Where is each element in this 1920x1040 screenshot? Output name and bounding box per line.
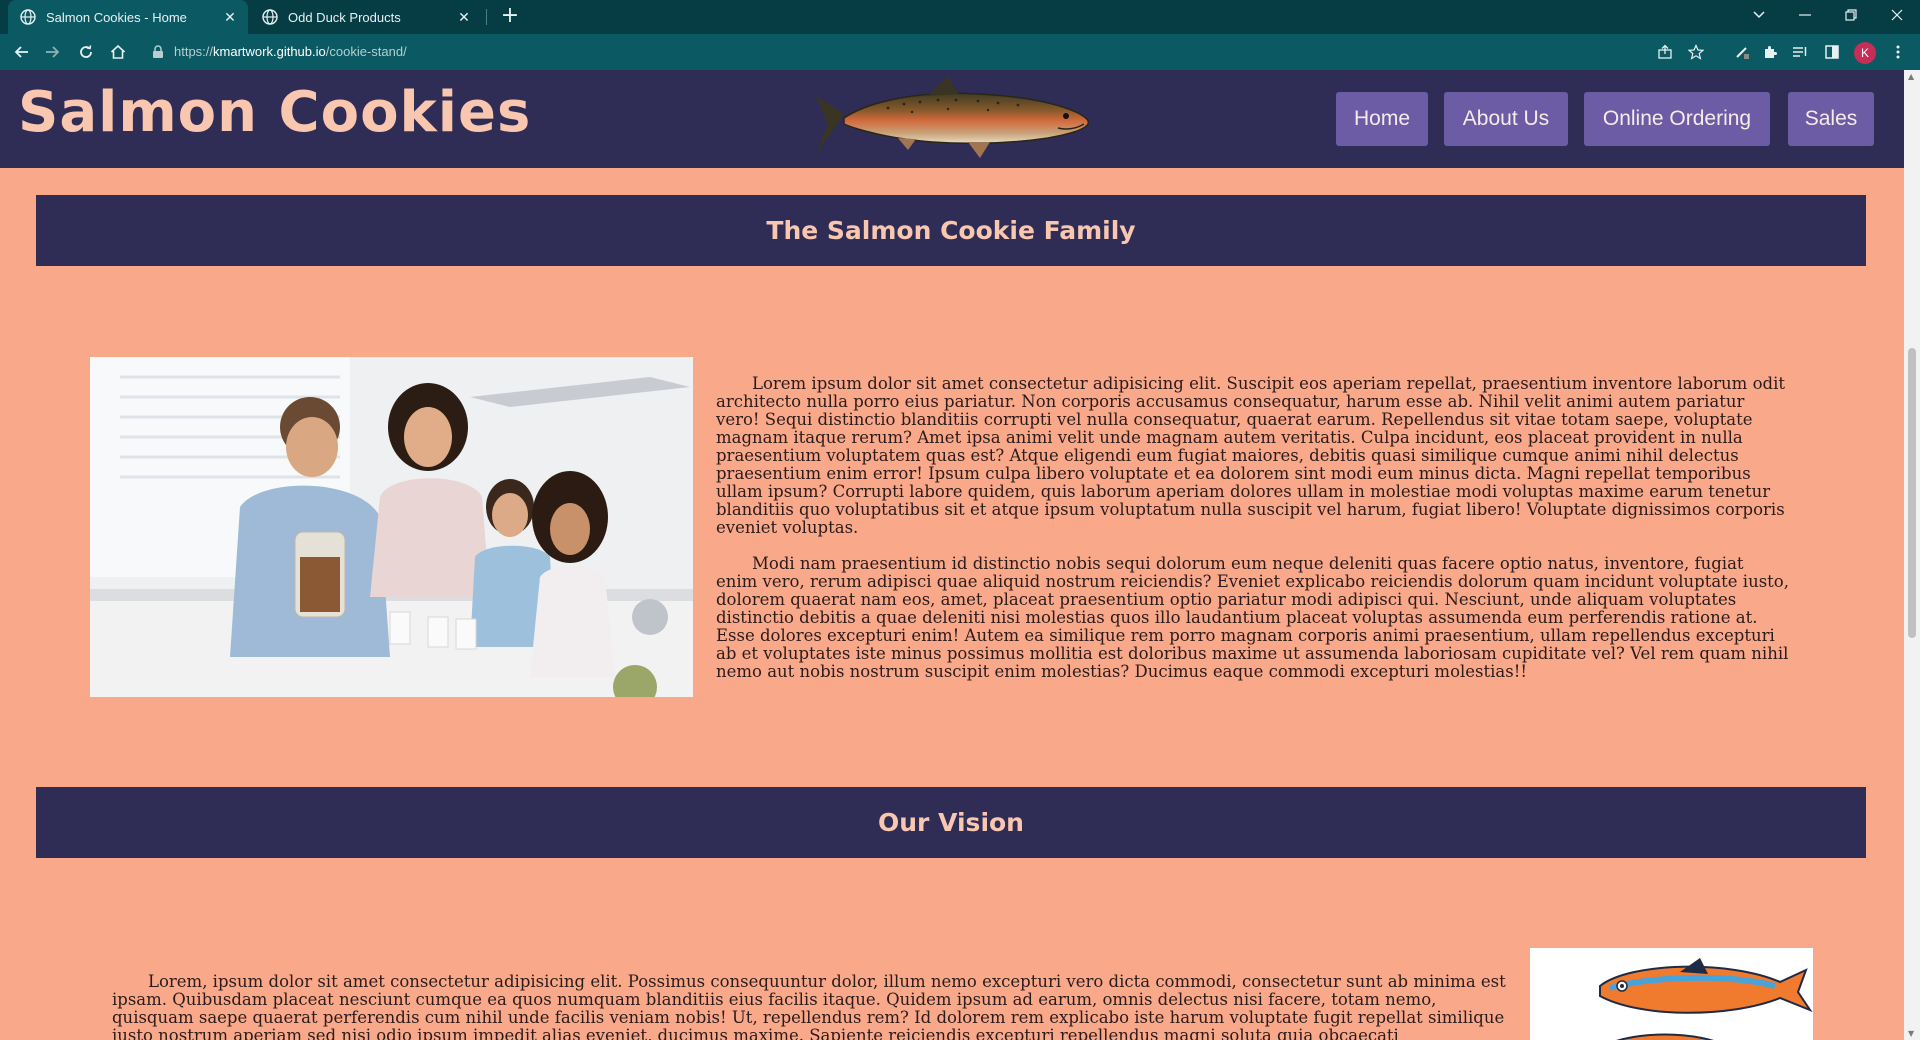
tab-salmon-cookies[interactable]: Salmon Cookies - Home ✕ xyxy=(8,0,248,34)
family-paragraph-1: Lorem ipsum dolor sit amet consectetur a… xyxy=(716,374,1785,537)
vision-text-block: Lorem, ipsum dolor sit amet consectetur … xyxy=(112,973,1512,1040)
section-heading-bar: The Salmon Cookie Family xyxy=(36,195,1866,266)
tab-title: Salmon Cookies - Home xyxy=(46,9,187,25)
more-menu-icon[interactable] xyxy=(1888,42,1908,62)
url-host: kmartwork.github.io xyxy=(213,44,326,59)
tab-divider xyxy=(486,9,487,25)
lock-icon[interactable] xyxy=(152,44,164,63)
site-header: Salmon Cookies Home About Us Online Orde… xyxy=(0,70,1904,168)
family-paragraph-2: Modi nam praesentium id distinctio nobis… xyxy=(716,554,1789,681)
side-panel-icon[interactable] xyxy=(1822,42,1842,62)
page-scrollbar[interactable]: ▲ ▼ xyxy=(1904,70,1920,1040)
family-photo xyxy=(90,357,693,697)
scroll-up-arrow-icon[interactable]: ▲ xyxy=(1908,72,1914,81)
vision-paragraph-1: Lorem, ipsum dolor sit amet consectetur … xyxy=(112,972,1506,1040)
site-title: Salmon Cookies xyxy=(18,80,532,145)
scrollbar-thumb[interactable] xyxy=(1908,348,1916,638)
nav-online-ordering-button[interactable]: Online Ordering xyxy=(1584,92,1770,146)
url-scheme: https:// xyxy=(174,44,214,59)
tab-title: Odd Duck Products xyxy=(288,9,401,25)
home-icon[interactable] xyxy=(106,40,130,64)
tab-search-chevron-icon[interactable] xyxy=(1736,0,1782,30)
nav-home-button[interactable]: Home xyxy=(1336,92,1428,146)
url-text[interactable]: https://kmartwork.github.io/cookie-stand… xyxy=(174,44,407,59)
scroll-down-arrow-icon[interactable]: ▼ xyxy=(1908,1029,1914,1038)
salmon-logo-image xyxy=(808,72,1098,164)
url-path: /cookie-stand/ xyxy=(325,44,407,59)
tab-odd-duck-products[interactable]: Odd Duck Products ✕ xyxy=(250,0,482,34)
page-viewport: Salmon Cookies Home About Us Online Orde… xyxy=(0,70,1904,1040)
section-heading-bar: Our Vision xyxy=(36,787,1866,858)
section-title-family: The Salmon Cookie Family xyxy=(766,216,1136,245)
extensions-puzzle-icon[interactable] xyxy=(1760,42,1780,62)
extension-pen-icon[interactable] xyxy=(1732,42,1752,62)
reading-list-icon[interactable] xyxy=(1790,42,1810,62)
browser-tab-strip: Salmon Cookies - Home ✕ Odd Duck Product… xyxy=(0,0,1920,34)
restore-window-icon[interactable] xyxy=(1828,0,1874,30)
browser-toolbar: https://kmartwork.github.io/cookie-stand… xyxy=(0,34,1920,70)
close-window-icon[interactable] xyxy=(1874,0,1920,30)
globe-icon xyxy=(20,9,36,25)
reload-icon[interactable] xyxy=(74,40,98,64)
back-arrow-icon[interactable] xyxy=(10,40,34,64)
bookmark-star-icon[interactable] xyxy=(1686,42,1706,62)
fish-illustration xyxy=(1530,948,1813,1040)
close-tab-icon[interactable]: ✕ xyxy=(220,9,240,26)
new-tab-plus-icon[interactable]: + xyxy=(498,5,522,29)
close-tab-icon[interactable]: ✕ xyxy=(454,9,474,26)
section-title-vision: Our Vision xyxy=(878,808,1024,837)
address-bar[interactable]: https://kmartwork.github.io/cookie-stand… xyxy=(140,38,1680,66)
globe-icon xyxy=(262,9,278,25)
forward-arrow-icon[interactable] xyxy=(40,40,64,64)
share-icon[interactable] xyxy=(1655,42,1675,62)
nav-about-us-button[interactable]: About Us xyxy=(1444,92,1568,146)
profile-avatar[interactable]: K xyxy=(1854,42,1876,64)
family-text-block: Lorem ipsum dolor sit amet consectetur a… xyxy=(716,375,1790,699)
nav-sales-button[interactable]: Sales xyxy=(1788,92,1874,146)
minimize-icon[interactable] xyxy=(1782,0,1828,30)
